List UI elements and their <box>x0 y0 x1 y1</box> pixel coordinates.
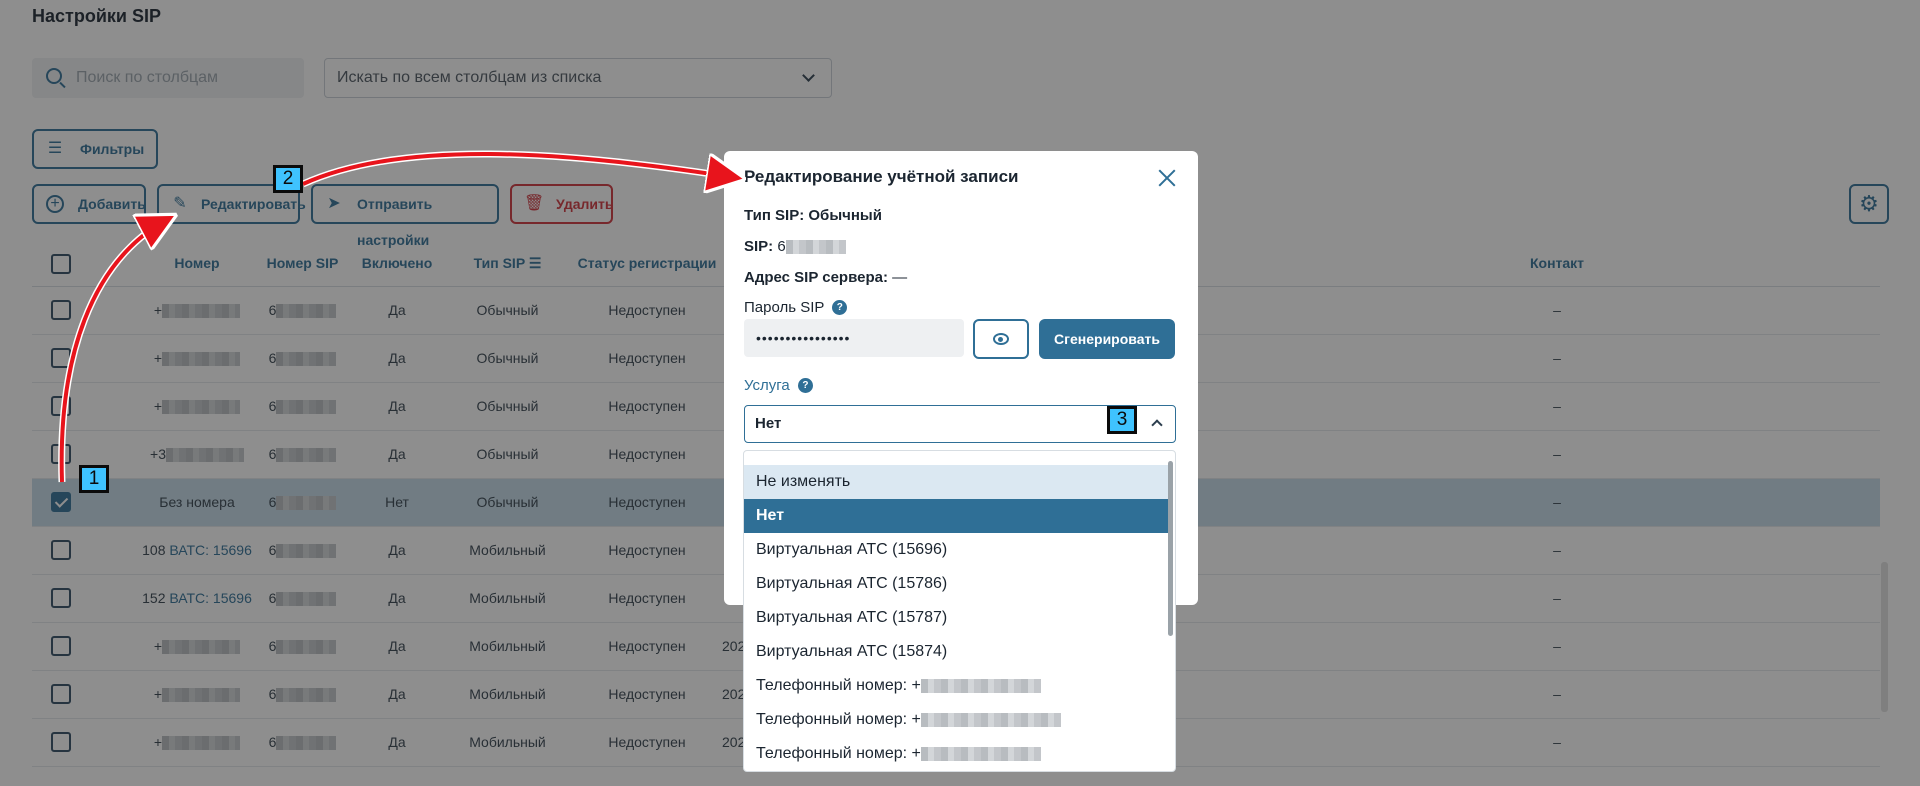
sip-type-label: Тип SIP: <box>744 207 805 224</box>
service-option-label: Телефонный номер: + <box>756 711 921 728</box>
service-option-label: Виртуальная АТС (15787) <box>756 609 948 626</box>
sip-label: SIP: <box>744 238 774 255</box>
page-scrollbar[interactable] <box>1881 562 1888 712</box>
service-option[interactable]: Виртуальная АТС (15787) <box>744 601 1168 635</box>
show-password-button[interactable] <box>973 319 1029 359</box>
annotation-badge-3: 3 <box>1107 406 1137 434</box>
dialog-title: Редактирование учётной записи <box>744 167 1019 186</box>
server-info: Адрес SIP сервера: — <box>744 269 907 286</box>
server-value: — <box>892 269 908 286</box>
service-option-label: Не изменять <box>756 473 851 490</box>
server-label: Адрес SIP сервера: <box>744 269 888 286</box>
service-option-label: Виртуальная АТС (15696) <box>756 541 948 558</box>
service-option[interactable]: Нет <box>744 499 1168 533</box>
service-option[interactable]: Виртуальная АТС (15874) <box>744 635 1168 669</box>
service-option-label: Виртуальная АТС (15786) <box>756 575 948 592</box>
generate-password-button[interactable]: Сгенерировать <box>1039 319 1175 359</box>
service-option[interactable]: Телефонный номер: + <box>744 737 1168 771</box>
sip-value: 6 <box>777 238 786 255</box>
password-label-row: Пароль SIP ? <box>744 299 848 316</box>
annotation-badge-1: 1 <box>79 465 109 493</box>
service-option-label: Нет <box>756 507 785 524</box>
sip-info: SIP: 6 <box>744 238 846 255</box>
redacted-value <box>920 678 1041 693</box>
sip-type-info: Тип SIP: Обычный <box>744 207 882 224</box>
service-value: Нет <box>755 415 782 432</box>
service-option[interactable]: Виртуальная АТС (15786) <box>744 567 1168 601</box>
service-option[interactable]: Телефонный номер: + <box>744 703 1168 737</box>
annotation-badge-2: 2 <box>273 165 303 193</box>
help-icon[interactable]: ? <box>797 378 813 393</box>
service-option[interactable]: Не изменять <box>744 465 1168 499</box>
password-field[interactable]: •••••••••••••••• <box>744 319 964 357</box>
service-label: Услуга <box>744 377 790 394</box>
dropdown-scrollbar[interactable] <box>1168 461 1173 636</box>
close-icon[interactable] <box>1156 167 1178 189</box>
service-label-row: Услуга ? <box>744 377 813 394</box>
service-option[interactable]: Виртуальная АТС (15696) <box>744 533 1168 567</box>
redacted-value <box>920 746 1041 761</box>
service-option-label: Виртуальная АТС (15874) <box>756 643 948 660</box>
service-dropdown: Не изменять Нет Виртуальная АТС (15696) Вир… <box>743 450 1176 772</box>
redacted-value <box>785 240 846 255</box>
chevron-up-icon <box>1151 419 1163 431</box>
help-icon[interactable]: ? <box>832 300 848 315</box>
sip-type-value: Обычный <box>808 207 882 224</box>
password-label: Пароль SIP <box>744 299 825 316</box>
redacted-value <box>920 712 1061 727</box>
eye-icon <box>993 333 1009 345</box>
service-option[interactable]: Телефонный номер: + <box>744 669 1168 703</box>
service-option-label: Телефонный номер: + <box>756 677 921 694</box>
service-option-label: Телефонный номер: + <box>756 745 921 762</box>
